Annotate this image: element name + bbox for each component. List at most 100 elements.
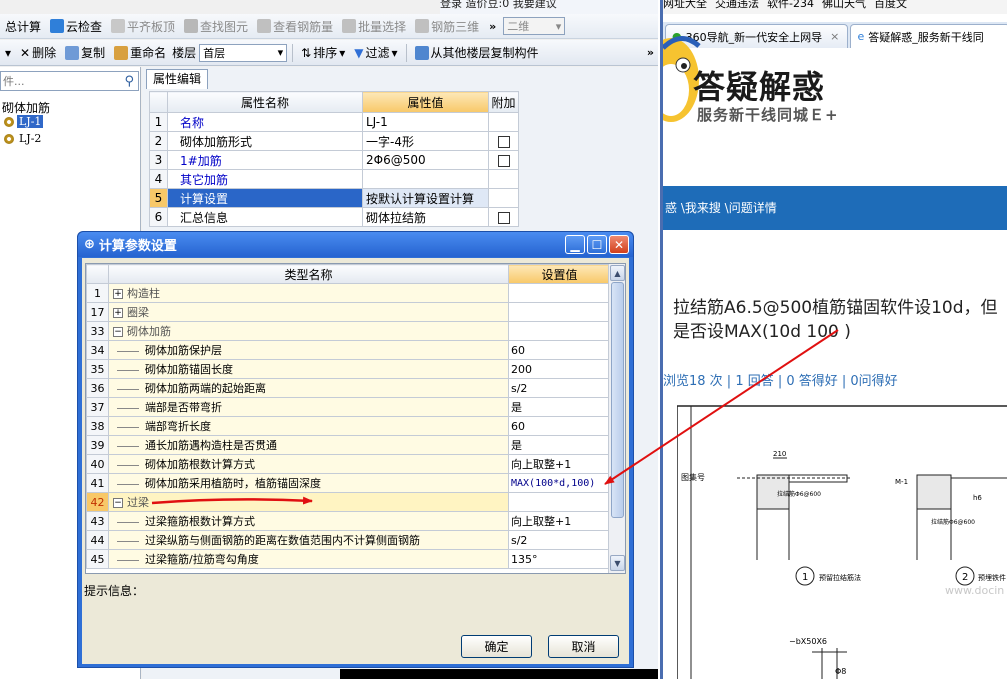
params-group-row[interactable]: 1 + 构造柱 — [86, 283, 611, 303]
bookmark-item[interactable]: 百度文 — [874, 0, 907, 14]
collapse-icon[interactable]: − — [113, 327, 123, 337]
row-number: 6 — [149, 207, 168, 227]
param-value[interactable]: MAX(100*d,100) — [508, 473, 611, 493]
cancel-button[interactable]: 取消 — [548, 635, 619, 658]
calc-params-dialog: ⊕ 计算参数设置 ▁ ☐ ✕ 类型名称 设置值 1 + 构造柱 17 + 圈梁 33− 砌体加… — [77, 231, 634, 668]
breadcrumb[interactable]: 惑 \我来搜 \问题详情 — [663, 186, 1007, 230]
bookmark-item[interactable]: 交通违法 — [715, 0, 759, 14]
params-row[interactable]: 38 端部弯折长度 60 — [86, 416, 611, 436]
param-value[interactable]: 135° — [508, 549, 611, 569]
param-value[interactable]: s/2 — [508, 530, 611, 550]
flatten-slab-button[interactable]: 平齐板顶 — [108, 16, 178, 37]
collapse-icon[interactable]: − — [113, 498, 123, 508]
property-value[interactable]: 一字-4形 — [362, 131, 489, 151]
property-value[interactable] — [362, 169, 489, 189]
total-calc-button[interactable]: 总计算 — [2, 16, 44, 37]
copy-from-floor-button[interactable]: 从其他楼层复制构件 — [412, 42, 542, 63]
params-group-row[interactable]: 33− 砌体加筋 — [86, 321, 611, 341]
params-row[interactable]: 40 砌体加筋根数计算方式 向上取整+1 — [86, 454, 611, 474]
extra-checkbox[interactable] — [497, 211, 510, 224]
param-value[interactable]: 向上取整+1 — [508, 454, 611, 474]
maximize-button[interactable]: ☐ — [587, 235, 607, 254]
param-value[interactable] — [508, 283, 611, 303]
tree-connector — [117, 483, 139, 485]
param-value[interactable]: 向上取整+1 — [508, 511, 611, 531]
close-button[interactable]: ✕ — [609, 235, 629, 254]
floor-select[interactable]: 首层 ▾ — [199, 43, 288, 62]
close-icon[interactable]: × — [830, 30, 839, 43]
params-group-row[interactable]: 17 + 圈梁 — [86, 302, 611, 322]
property-value[interactable]: 2Φ6@500 — [362, 150, 489, 170]
scroll-down-icon[interactable]: ▼ — [610, 555, 625, 571]
property-row-selected[interactable]: 5 计算设置 按默认计算设置计算 — [149, 188, 519, 208]
vertical-scrollbar[interactable]: ▲ ▼ — [608, 264, 625, 573]
drawing-side-label: 图集号 — [681, 472, 705, 482]
rename-button[interactable]: 重命名 — [111, 42, 169, 63]
params-row[interactable]: 43 过梁箍筋根数计算方式 向上取整+1 — [86, 511, 611, 531]
param-value[interactable]: s/2 — [508, 378, 611, 398]
new-dropdown-button[interactable]: ▾ — [2, 42, 14, 63]
param-value[interactable] — [508, 321, 611, 341]
params-row[interactable]: 39 通长加筋遇构造柱是否贯通 是 — [86, 435, 611, 455]
view-rebar-button[interactable]: 查看钢筋量 — [254, 16, 336, 37]
param-value[interactable]: 60 — [508, 416, 611, 436]
cloud-check-button[interactable]: 云检查 — [47, 16, 105, 37]
rebar-3d-button[interactable]: 钢筋三维 — [412, 16, 482, 37]
batch-select-button[interactable]: 批量选择 — [339, 16, 409, 37]
toolbar-more-button[interactable]: » — [485, 20, 500, 33]
search-icon[interactable]: ⚲ — [124, 74, 134, 89]
param-value[interactable]: 200 — [508, 359, 611, 379]
params-row[interactable]: 41 砌体加筋采用植筋时，植筋锚固深度 MAX(100*d,100) — [86, 473, 611, 493]
copy-button[interactable]: 复制 — [62, 42, 108, 63]
property-row[interactable]: 1 名称 LJ-1 — [149, 112, 519, 132]
sort-button[interactable]: ⇅ 排序 ▾ — [298, 42, 348, 63]
expand-icon[interactable]: + — [113, 289, 123, 299]
bookmark-item[interactable]: 软件-234 — [767, 0, 814, 14]
params-row[interactable]: 37 端部是否带弯折 是 — [86, 397, 611, 417]
param-name: 砌体加筋两端的起始距离 — [145, 382, 266, 395]
scrollbar-thumb[interactable] — [611, 282, 624, 518]
dialog-titlebar[interactable]: ⊕ 计算参数设置 — [78, 232, 633, 257]
param-name: 过梁箍筋根数计算方式 — [145, 515, 255, 528]
tree-item-lj1[interactable]: LJ-1 — [4, 115, 44, 128]
header-extra: 附加 — [488, 91, 519, 113]
param-value[interactable]: 是 — [508, 435, 611, 455]
toolbar2-more-button[interactable]: » — [643, 46, 658, 59]
extra-checkbox[interactable] — [497, 135, 510, 148]
property-row[interactable]: 2 砌体加筋形式 一字-4形 — [149, 131, 519, 151]
browser-tab-strip: ● 360导航_新一代安全上网导 × e 答疑解惑_服务新干线同 — [663, 22, 1007, 48]
tree-connector — [117, 540, 139, 542]
param-value[interactable] — [508, 302, 611, 322]
minimize-button[interactable]: ▁ — [565, 235, 585, 254]
property-value[interactable]: 按默认计算设置计算 — [362, 188, 489, 208]
property-row[interactable]: 4 其它加筋 — [149, 169, 519, 189]
params-row[interactable]: 44 过梁纵筋与侧面钢筋的距离在数值范围内不计算侧面钢筋 s/2 — [86, 530, 611, 550]
params-row[interactable]: 45 过梁箍筋/拉筋弯勾角度 135° — [86, 549, 611, 569]
property-value[interactable]: LJ-1 — [362, 112, 489, 132]
tree-root-masonry-rebar[interactable]: 砌体加筋 — [2, 99, 50, 116]
params-row[interactable]: 35 砌体加筋锚固长度 200 — [86, 359, 611, 379]
tab-property-edit[interactable]: 属性编辑 — [146, 69, 209, 89]
delete-button[interactable]: ✕ 删除 — [17, 42, 59, 63]
param-value[interactable]: 60 — [508, 340, 611, 360]
browser-tab-dayi[interactable]: e 答疑解惑_服务新干线同 — [850, 24, 1007, 48]
property-row[interactable]: 3 1#加筋 2Φ6@500 — [149, 150, 519, 170]
bookmark-item[interactable]: 佛山天气 — [822, 0, 866, 14]
find-element-button[interactable]: 查找图元 — [181, 16, 251, 37]
scroll-up-icon[interactable]: ▲ — [610, 265, 625, 281]
params-group-row[interactable]: 42− 过梁 — [86, 492, 611, 512]
ok-button[interactable]: 确定 — [461, 635, 532, 658]
expand-icon[interactable]: + — [113, 308, 123, 318]
view-mode-select[interactable]: 二维 ▾ — [503, 17, 566, 35]
params-row[interactable]: 36 砌体加筋两端的起始距离 s/2 — [86, 378, 611, 398]
params-row[interactable]: 34 砌体加筋保护层 60 — [86, 340, 611, 360]
filter-button[interactable]: ▼ 过滤 ▾ — [351, 42, 400, 63]
param-value[interactable]: 是 — [508, 397, 611, 417]
tree-item-lj2[interactable]: LJ-2 — [4, 132, 43, 145]
element-search-input[interactable] — [1, 74, 111, 88]
extra-checkbox[interactable] — [497, 154, 510, 167]
param-value[interactable] — [508, 492, 611, 512]
property-value[interactable]: 砌体拉结筋 — [362, 207, 489, 227]
property-row[interactable]: 6 汇总信息 砌体拉结筋 — [149, 207, 519, 227]
bookmark-item[interactable]: 网址大全 — [663, 0, 707, 14]
